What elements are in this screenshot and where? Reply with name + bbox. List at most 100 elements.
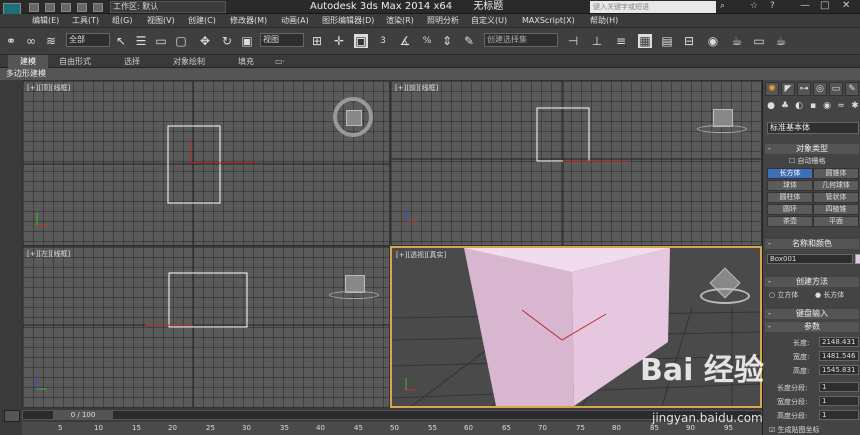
tube-button[interactable]: 管状体: [813, 192, 859, 203]
cylinder-button[interactable]: 圆柱体: [767, 192, 813, 203]
rollout-keyboard-entry[interactable]: 键盘输入: [765, 309, 859, 319]
rotate-icon[interactable]: ↻: [220, 34, 234, 48]
pivot-center-icon[interactable]: ⊞: [310, 34, 324, 48]
tab-selection[interactable]: 选择: [112, 55, 152, 68]
spacewarps-icon[interactable]: ≈: [835, 100, 847, 112]
render-production-icon[interactable]: ☕: [774, 34, 788, 48]
object-category-dropdown[interactable]: 标准基本体: [767, 122, 859, 134]
menu-maxscript[interactable]: MAXScript(X): [522, 14, 575, 28]
window-crossing-icon[interactable]: ▢: [174, 34, 188, 48]
modify-tab-icon[interactable]: ◤: [781, 82, 795, 96]
menu-rendering[interactable]: 渲染(R): [386, 14, 414, 28]
layer-manager-icon[interactable]: ≡: [614, 34, 628, 48]
viewport-left[interactable]: [+][左][线框]: [22, 246, 390, 408]
length-segs-input[interactable]: 1: [819, 382, 859, 392]
tab-freeform[interactable]: 自由形式: [52, 55, 98, 68]
search-icon[interactable]: ⌕: [720, 1, 725, 11]
viewcube-perspective-ring-icon[interactable]: [700, 288, 750, 304]
display-tab-icon[interactable]: ▭: [829, 82, 843, 96]
hierarchy-tab-icon[interactable]: ⊶: [797, 82, 811, 96]
height-input[interactable]: 1545.831: [819, 365, 859, 375]
menu-tools[interactable]: 工具(T): [72, 14, 99, 28]
tab-populate[interactable]: 填充: [228, 55, 264, 68]
lights-icon[interactable]: ◐: [793, 100, 805, 112]
reference-coordinate-dropdown[interactable]: 视图: [260, 33, 304, 47]
link-icon[interactable]: ⚭: [4, 34, 18, 48]
height-segs-input[interactable]: 1: [819, 410, 859, 420]
percent-snap-icon[interactable]: %: [420, 34, 434, 48]
select-by-name-icon[interactable]: ☰: [134, 34, 148, 48]
tab-object-paint[interactable]: 对象绘制: [164, 55, 214, 68]
menu-create[interactable]: 创建(C): [188, 14, 216, 28]
time-slider[interactable]: 0 / 100: [22, 410, 762, 420]
minimize-icon[interactable]: —: [800, 0, 810, 11]
selection-filter-dropdown[interactable]: 全部: [66, 33, 110, 47]
angle-snap-icon[interactable]: ∡: [398, 34, 412, 48]
menu-group[interactable]: 组(G): [112, 14, 132, 28]
close-icon[interactable]: ✕: [842, 0, 850, 11]
object-color-swatch[interactable]: [855, 254, 860, 264]
new-file-icon[interactable]: [29, 3, 39, 12]
create-tab-icon[interactable]: ✺: [765, 82, 779, 96]
schematic-view-icon[interactable]: ⊟: [682, 34, 696, 48]
ribbon-panel-bar[interactable]: 多边形建模: [0, 68, 860, 80]
mirror-icon[interactable]: ⊣: [566, 34, 580, 48]
named-selection-set-dropdown[interactable]: 创建选择集: [484, 33, 558, 47]
snap-toggle-icon[interactable]: 3: [376, 34, 390, 48]
menu-view[interactable]: 视图(V): [147, 14, 175, 28]
menu-modifiers[interactable]: 修改器(M): [230, 14, 267, 28]
ribbon-options-icon[interactable]: ▭·: [270, 55, 290, 68]
width-input[interactable]: 1481.546: [819, 351, 859, 361]
viewcube-front-ring-icon[interactable]: [697, 125, 747, 133]
align-icon[interactable]: ⊥: [590, 34, 604, 48]
menu-lighting-analysis[interactable]: 照明分析: [427, 14, 459, 28]
redo-icon[interactable]: [93, 3, 103, 12]
shapes-icon[interactable]: ♣: [779, 100, 791, 112]
plane-button[interactable]: 平面: [813, 216, 859, 227]
width-segs-input[interactable]: 1: [819, 396, 859, 406]
star-icon[interactable]: ☆: [750, 1, 758, 11]
rollout-parameters[interactable]: 参数: [765, 322, 859, 332]
torus-button[interactable]: 圆环: [767, 204, 813, 215]
radio-cube[interactable]: ○ 立方体: [769, 290, 798, 300]
cone-button[interactable]: 圆锥体: [813, 168, 859, 179]
tab-modeling[interactable]: 建模: [8, 55, 48, 68]
curve-editor-icon[interactable]: ▤: [660, 34, 674, 48]
helpers-icon[interactable]: ◉: [821, 100, 833, 112]
viewport-front[interactable]: [+][前][线框]: [390, 80, 762, 246]
time-slider-thumb[interactable]: 0 / 100: [53, 411, 113, 419]
rollout-creation-method[interactable]: 创建方法: [765, 277, 859, 287]
unlink-icon[interactable]: ∞: [24, 34, 38, 48]
menu-help[interactable]: 帮助(H): [590, 14, 618, 28]
sphere-button[interactable]: 球体: [767, 180, 813, 191]
radio-box[interactable]: ● 长方体: [815, 290, 844, 300]
utilities-tab-icon[interactable]: ✎: [845, 82, 859, 96]
systems-icon[interactable]: ✱: [849, 100, 860, 112]
expand-track-icon[interactable]: [4, 410, 20, 422]
viewcube-left-ring-icon[interactable]: [329, 291, 379, 299]
search-input[interactable]: 键入关键字或短语: [590, 1, 716, 13]
teapot-button[interactable]: 茶壶: [767, 216, 813, 227]
geosphere-button[interactable]: 几何球体: [813, 180, 859, 191]
rollout-object-type[interactable]: 对象类型: [765, 144, 859, 154]
rendered-frame-icon[interactable]: ▭: [752, 34, 766, 48]
graphite-toggle-icon[interactable]: ▦: [638, 34, 652, 48]
material-editor-icon[interactable]: ◉: [706, 34, 720, 48]
undo-icon[interactable]: [77, 3, 87, 12]
motion-tab-icon[interactable]: ◎: [813, 82, 827, 96]
open-file-icon[interactable]: [45, 3, 55, 12]
maximize-icon[interactable]: □: [820, 0, 829, 11]
viewport-top[interactable]: [+][顶][线框]: [22, 80, 390, 246]
save-file-icon[interactable]: [61, 3, 71, 12]
edit-named-selection-icon[interactable]: ✎: [462, 34, 476, 48]
length-input[interactable]: 2148.431: [819, 337, 859, 347]
box-button[interactable]: 长方体: [767, 168, 813, 179]
move-icon[interactable]: ✥: [198, 34, 212, 48]
select-object-icon[interactable]: ↖: [114, 34, 128, 48]
spinner-snap-icon[interactable]: ⇕: [440, 34, 454, 48]
scale-icon[interactable]: ▣: [240, 34, 254, 48]
track-bar-ruler[interactable]: 5 10 15 20 25 30 35 40 45 50 55 60 65 70…: [22, 422, 762, 435]
workspace-dropdown[interactable]: 工作区: 默认: [110, 1, 226, 13]
cameras-icon[interactable]: ▪: [807, 100, 819, 112]
gen-uv-checkbox[interactable]: ☑ 生成贴图坐标: [769, 425, 820, 435]
